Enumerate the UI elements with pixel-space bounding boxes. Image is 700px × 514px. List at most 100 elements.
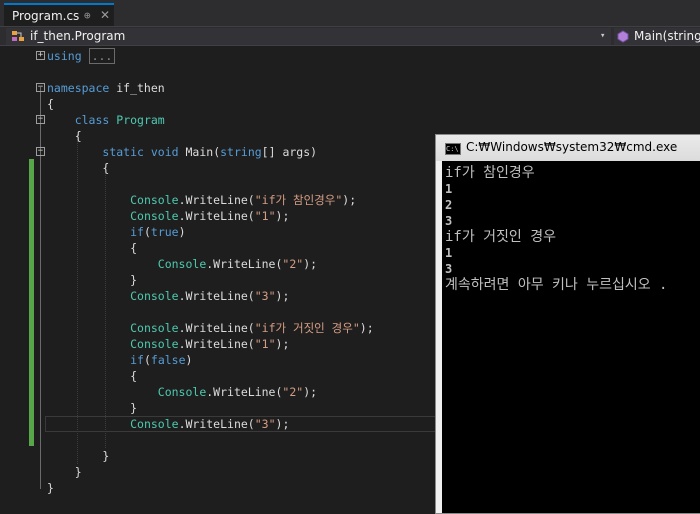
code-token: {	[47, 161, 110, 175]
code-line[interactable]: }	[47, 272, 137, 288]
code-token: {	[47, 129, 82, 143]
console-output[interactable]: if가 참인경우 1 2 3 if가 거짓인 경우 1 3 계속하려면 아무 키나 누르십시오…	[442, 161, 700, 513]
code-line[interactable]: using ...	[47, 48, 116, 64]
code-token: Console	[130, 209, 179, 223]
code-token: (	[143, 225, 151, 239]
code-token: );	[359, 321, 374, 335]
code-token: "1"	[254, 209, 276, 223]
cmd-icon: C:\	[445, 143, 461, 155]
change-indicator-bar	[29, 159, 34, 446]
type-dropdown[interactable]: if_then.Program ▾	[6, 28, 611, 45]
code-token: static	[102, 145, 144, 159]
tab-program-cs[interactable]: Program.cs ⊕ ✕	[4, 3, 114, 26]
code-token: );	[342, 193, 357, 207]
member-name: Main(string[]	[634, 29, 700, 43]
code-line[interactable]: Console.WriteLine("3");	[47, 288, 289, 304]
code-token: .WriteLine(	[206, 385, 283, 399]
code-token: true	[150, 225, 179, 239]
console-line: 계속하려면 아무 키나 누르십시오 .	[445, 277, 668, 293]
code-token: }	[47, 481, 54, 495]
code-token: Console	[130, 321, 179, 335]
code-token: void	[150, 145, 179, 159]
code-token: "if가 거짓인 경우"	[254, 321, 360, 335]
code-token: }	[47, 465, 82, 479]
code-line[interactable]: Console.WriteLine("3");	[47, 416, 289, 432]
code-line[interactable]: Console.WriteLine("if가 거짓인 경우");	[47, 320, 374, 336]
code-token: }	[47, 273, 138, 287]
code-line[interactable]: }	[47, 448, 109, 464]
code-token: )	[185, 353, 193, 367]
code-line[interactable]: }	[47, 400, 137, 416]
code-line[interactable]: Console.WriteLine("2");	[47, 384, 317, 400]
code-line[interactable]: if(false)	[47, 352, 192, 368]
code-token: class	[74, 113, 110, 127]
code-line[interactable]: if(true)	[47, 224, 186, 240]
code-token: Console	[130, 193, 179, 207]
code-token: );	[275, 337, 290, 351]
code-token: Console	[130, 337, 179, 351]
code-token: );	[275, 417, 290, 431]
console-line: 3	[445, 262, 453, 276]
code-line[interactable]: Console.WriteLine("1");	[47, 336, 289, 352]
console-line: if가 거짓인 경우	[445, 229, 556, 245]
code-token: .WriteLine(	[206, 257, 283, 271]
chevron-down-icon[interactable]: ▾	[600, 31, 605, 41]
console-title: C:₩Windows₩system32₩cmd.exe	[466, 140, 678, 154]
code-line[interactable]: class Program	[47, 112, 165, 128]
code-token: .WriteLine(	[178, 209, 255, 223]
code-line[interactable]: {	[47, 96, 54, 112]
code-line[interactable]: {	[47, 240, 137, 256]
code-token: );	[303, 257, 318, 271]
code-line[interactable]: Console.WriteLine("1");	[47, 208, 289, 224]
code-token: if_then	[109, 81, 165, 95]
code-token: "3"	[254, 289, 276, 303]
collapse-icon[interactable]: −	[36, 115, 45, 124]
code-token: using	[47, 49, 82, 63]
member-dropdown[interactable]: Main(string[]	[614, 28, 700, 45]
console-line: 1	[445, 182, 453, 196]
code-token: .WriteLine(	[178, 289, 255, 303]
code-token: Console	[130, 289, 179, 303]
collapse-icon[interactable]: −	[36, 83, 45, 92]
close-icon[interactable]: ✕	[100, 8, 110, 22]
code-token: );	[275, 209, 290, 223]
code-line[interactable]: }	[47, 464, 82, 480]
code-line[interactable]: {	[47, 128, 82, 144]
code-token: "3"	[254, 417, 276, 431]
code-line[interactable]: {	[47, 368, 137, 384]
code-line[interactable]: static void Main(string[] args)	[47, 144, 317, 160]
console-line: if가 참인경우	[445, 165, 535, 181]
code-line[interactable]: namespace if_then	[47, 80, 165, 96]
expand-icon[interactable]: +	[36, 51, 45, 60]
code-line[interactable]: }	[47, 480, 54, 496]
code-token: if	[130, 353, 144, 367]
code-token: namespace	[47, 81, 110, 95]
code-token: .WriteLine(	[178, 337, 255, 351]
document-tab-strip: Program.cs ⊕ ✕	[0, 0, 700, 26]
code-token: {	[47, 241, 138, 255]
collapse-icon[interactable]: −	[36, 147, 45, 156]
code-token: string	[220, 145, 262, 159]
code-token: Console	[157, 385, 207, 399]
code-token: }	[47, 401, 138, 415]
console-window[interactable]: C:\ C:₩Windows₩system32₩cmd.exe if가 참인경우…	[435, 134, 700, 514]
code-token: .WriteLine(	[178, 321, 255, 335]
console-titlebar[interactable]: C:\ C:₩Windows₩system32₩cmd.exe	[436, 135, 700, 161]
code-line[interactable]: {	[47, 160, 109, 176]
code-token: "2"	[282, 257, 304, 271]
code-line[interactable]: Console.WriteLine("if가 참인경우");	[47, 192, 356, 208]
code-token: "1"	[254, 337, 276, 351]
code-line[interactable]: Console.WriteLine("2");	[47, 256, 317, 272]
console-line: 2	[445, 198, 453, 212]
pin-icon[interactable]: ⊕	[84, 9, 91, 22]
code-token: )	[178, 225, 186, 239]
code-token: .WriteLine(	[178, 417, 255, 431]
